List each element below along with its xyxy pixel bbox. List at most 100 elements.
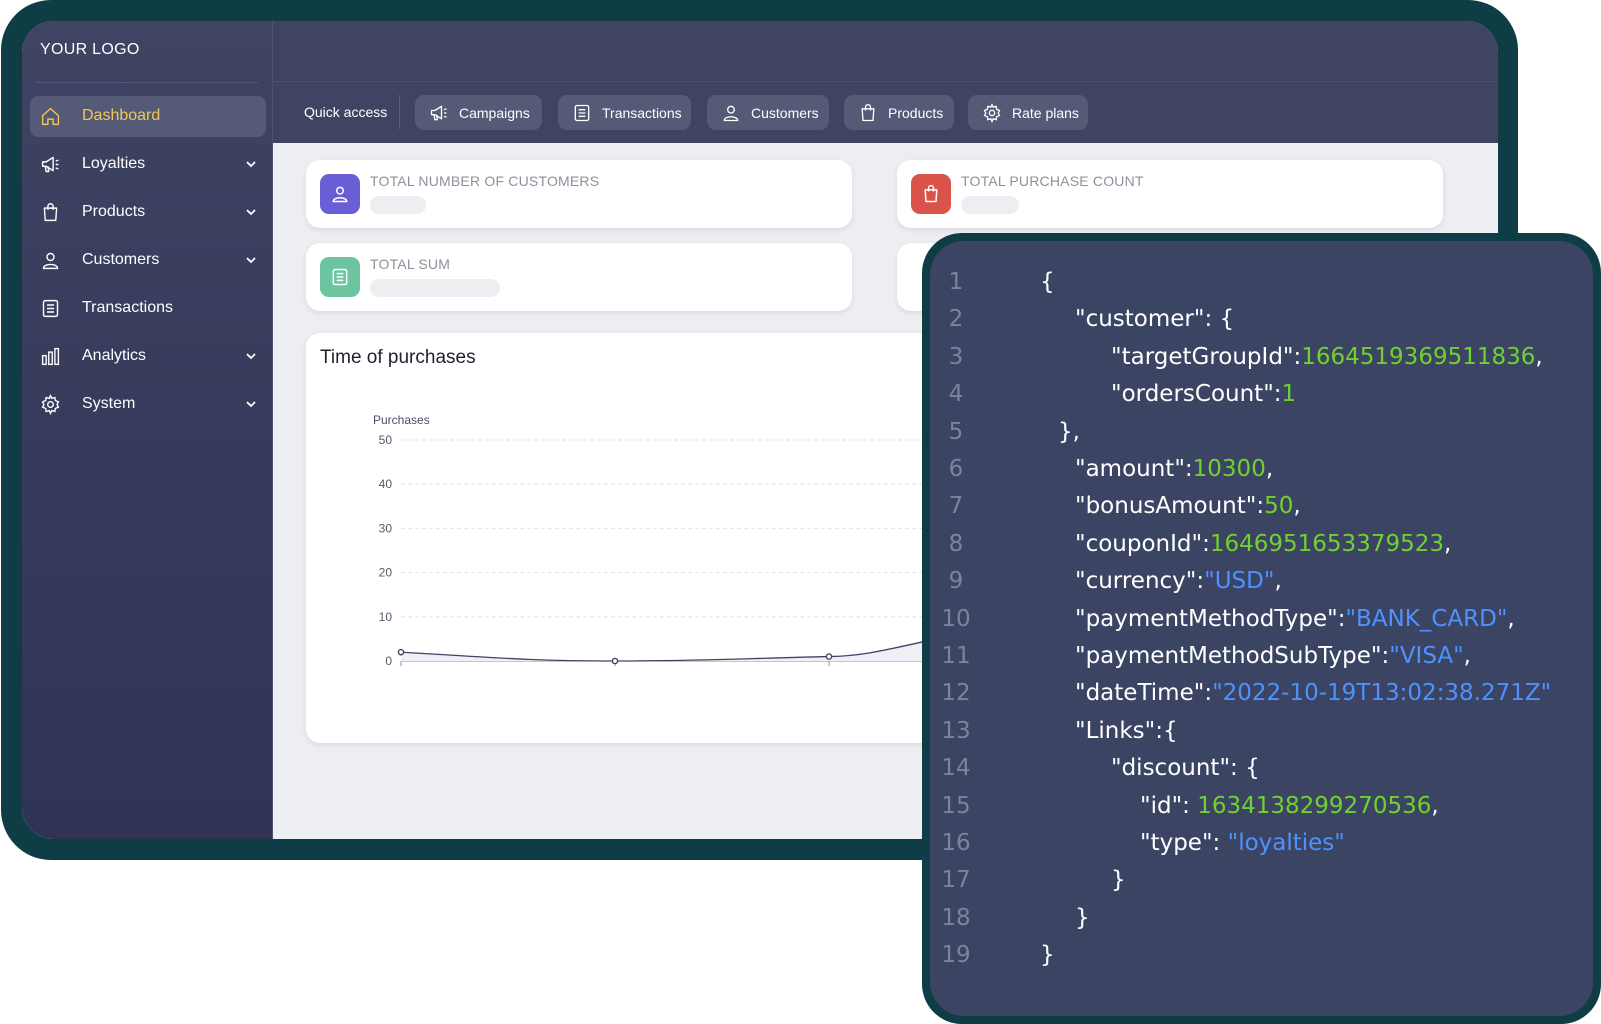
code-token: "couponId" [1075, 530, 1203, 557]
code-line: 17} [930, 867, 1593, 905]
sidebar-item-loyalties[interactable]: Loyalties [30, 144, 266, 185]
code-text: "bonusAmount":50, [1075, 493, 1301, 519]
stat-icon-badge [320, 257, 360, 297]
code-panel-frame: 1{2 "customer": {3 "targetGroupId":1664519… [922, 233, 1601, 1024]
code-token: "type" [1140, 830, 1213, 856]
y-tick-label: 30 [379, 521, 393, 535]
code-token: "paymentMethodSubType" [1075, 643, 1382, 669]
quick-access-transactions-button[interactable]: Transactions [558, 95, 691, 130]
code-token: }, [1058, 418, 1080, 445]
code-text: "id": 1634138299270536, [1140, 793, 1439, 819]
code-text: "couponId":1646951653379523, [1075, 531, 1451, 557]
code-line: 3 "targetGroupId":1664519369511836, [930, 344, 1593, 382]
code-text: "targetGroupId":1664519369511836, [1111, 344, 1543, 370]
sidebar-item-analytics[interactable]: Analytics [30, 336, 266, 377]
y-tick-label: 10 [379, 610, 393, 624]
quick-access-customers-button[interactable]: Customers [707, 95, 829, 130]
code-token: , [1443, 530, 1452, 557]
stat-card-total-sum: TOTAL SUM [306, 243, 852, 311]
code-text: "Links":{ [1075, 718, 1178, 744]
code-token: } [1040, 942, 1055, 969]
line-number: 18 [941, 904, 971, 931]
loading-skeleton [370, 196, 426, 214]
code-line: 11 "paymentMethodSubType":"VISA", [930, 643, 1593, 681]
code-text: "paymentMethodSubType":"VISA", [1075, 643, 1471, 669]
y-tick-label: 20 [379, 566, 393, 580]
code-token: } [1075, 904, 1090, 931]
shopping-bag-icon [861, 104, 875, 122]
quick-access-campaigns-button[interactable]: Campaigns [415, 95, 542, 130]
code-token: , [1293, 493, 1301, 520]
quick-access-products-button[interactable]: Products [844, 95, 954, 130]
code-token: , [1463, 643, 1471, 669]
code-text: } [1075, 905, 1090, 931]
y-tick-label: 50 [379, 433, 393, 447]
code-line: 7 "bonusAmount":50, [930, 493, 1593, 531]
code-token: 50 [1264, 493, 1294, 520]
code-line: 8 "couponId":1646951653379523, [930, 531, 1593, 569]
code-line: 16 "type": "loyalties" [930, 830, 1593, 868]
line-number: 17 [941, 867, 971, 894]
chevron-down-icon [246, 161, 256, 168]
code-line: 15 "id": 1634138299270536, [930, 793, 1593, 831]
button-label: Rate plans [1012, 104, 1079, 121]
sidebar-item-products[interactable]: Products [30, 192, 266, 233]
stat-card-total-customers: TOTAL NUMBER OF CUSTOMERS [306, 160, 852, 228]
button-label: Products [888, 104, 944, 121]
code-line: 10 "paymentMethodType":"BANK_CARD", [930, 606, 1593, 644]
code-text: { [1040, 269, 1055, 295]
code-token: "BANK_CARD" [1345, 605, 1508, 632]
stat-title: TOTAL NUMBER OF CUSTOMERS [370, 173, 600, 189]
line-number: 3 [948, 343, 964, 370]
quick-access-rate-plans-button[interactable]: Rate plans [968, 95, 1088, 130]
code-token: , [1431, 792, 1439, 819]
code-token: , [1535, 343, 1543, 370]
code-token: , [1274, 568, 1282, 595]
top-bar: Quick access Campaigns Transactions Cust… [273, 21, 1498, 143]
sidebar-item-dashboard[interactable]: Dashboard [30, 96, 266, 137]
code-token: , [1507, 605, 1515, 632]
line-number: 2 [948, 306, 964, 333]
code-token: "USD" [1204, 568, 1275, 595]
shopping-bag-icon [43, 203, 58, 222]
code-text: "paymentMethodType":"BANK_CARD", [1075, 606, 1515, 632]
line-number: 14 [941, 755, 971, 782]
code-line: 19} [930, 942, 1593, 980]
logo: YOUR LOGO [40, 41, 140, 58]
sidebar: YOUR LOGO Dashboard Loyalties Products C… [22, 21, 273, 839]
code-text: "currency":"USD", [1075, 568, 1282, 594]
chevron-down-icon [246, 257, 256, 264]
quick-access-divider [399, 95, 400, 129]
code-text: } [1111, 867, 1126, 893]
code-line: 14 "discount": { [930, 755, 1593, 793]
sidebar-item-customers[interactable]: Customers [30, 240, 266, 281]
stat-title: TOTAL SUM [370, 256, 451, 272]
gear-icon [983, 103, 1001, 123]
sidebar-item-label: Products [82, 203, 146, 220]
area-fill [401, 624, 1006, 661]
megaphone-icon [41, 156, 59, 173]
line-number: 4 [948, 381, 964, 408]
code-token: "bonusAmount" [1075, 493, 1257, 520]
home-icon [41, 107, 60, 126]
line-number: 6 [948, 456, 964, 482]
button-label: Campaigns [459, 104, 530, 121]
code-line: 13 "Links":{ [930, 718, 1593, 756]
code-token: : { [1204, 306, 1235, 333]
bar-chart-icon [41, 347, 60, 366]
line-number: 8 [948, 530, 964, 557]
sidebar-item-transactions[interactable]: Transactions [30, 288, 266, 329]
code-token: "dateTime" [1075, 680, 1205, 707]
sidebar-item-label: Loyalties [82, 155, 146, 172]
line-number: 5 [948, 418, 964, 445]
line-number: 19 [941, 942, 971, 969]
sidebar-item-system[interactable]: System [30, 384, 266, 425]
sidebar-divider [36, 82, 258, 83]
purchases-chart: Purchases 0 10 20 30 40 50 [373, 413, 1006, 668]
code-token: 10300 [1192, 456, 1266, 482]
code-line: 4 "ordersCount":1 [930, 381, 1593, 419]
code-token: : [1256, 493, 1265, 520]
code-token: "paymentMethodType" [1075, 605, 1338, 632]
code-line: 12 "dateTime":"2022-10-19T13:02:38.271Z" [930, 680, 1593, 718]
receipt-icon [332, 268, 348, 286]
